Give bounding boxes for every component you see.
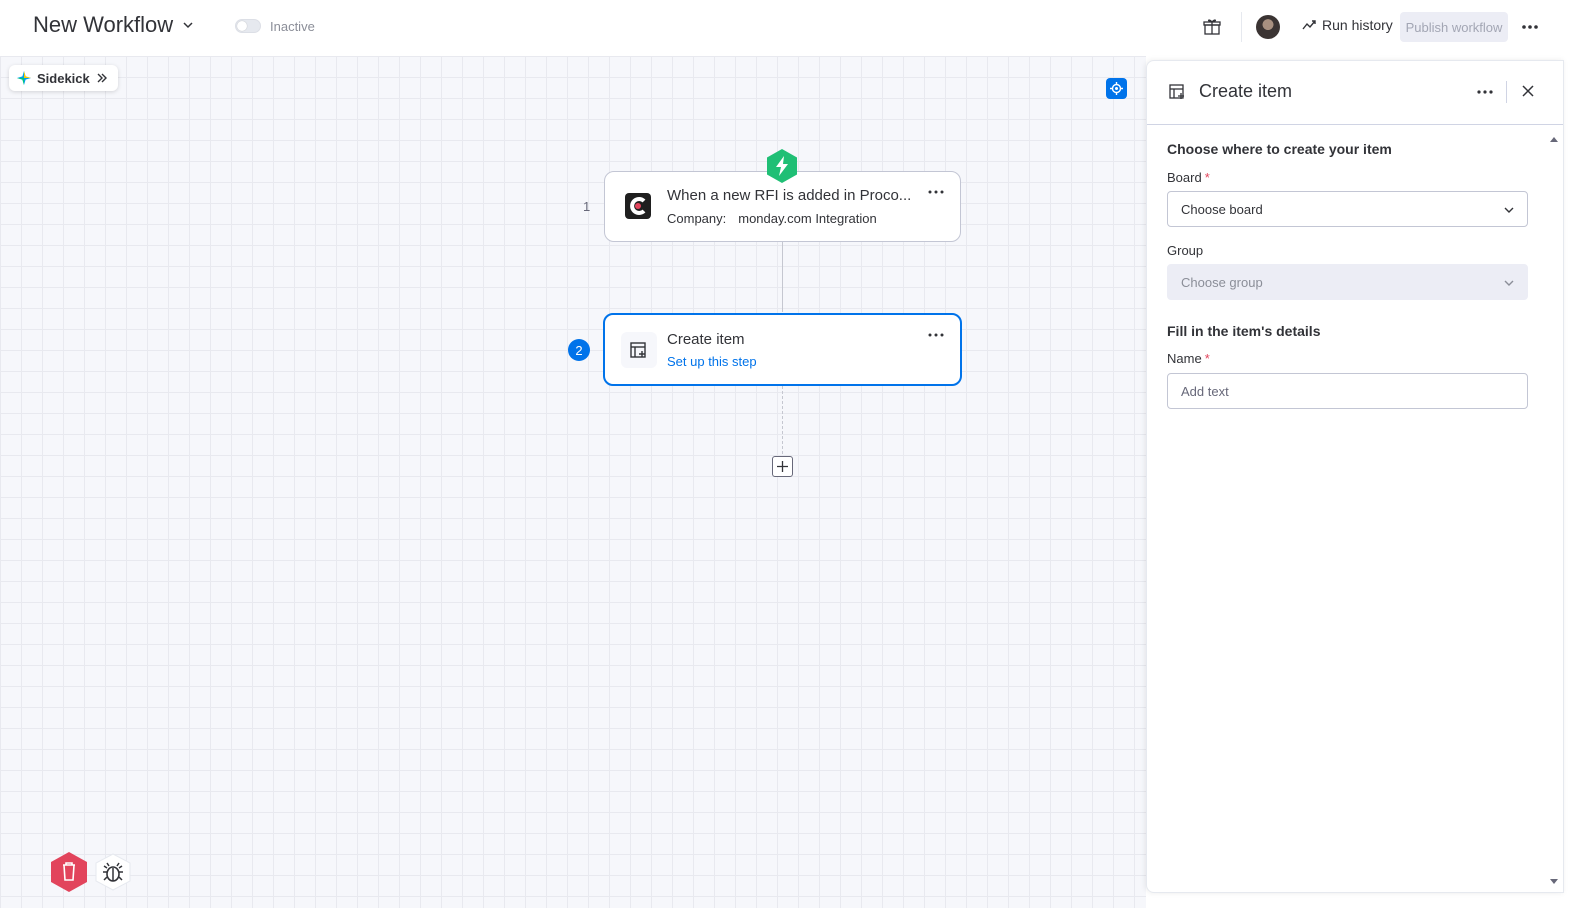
avatar[interactable]: [1256, 15, 1280, 39]
target-icon: [1110, 82, 1123, 95]
run-history-button[interactable]: Run history: [1302, 17, 1393, 33]
publish-workflow-button[interactable]: Publish workflow: [1400, 12, 1508, 42]
active-toggle[interactable]: [235, 19, 261, 33]
bug-icon[interactable]: [95, 853, 131, 891]
step-title: Create item: [667, 331, 745, 348]
board-label: Board *: [1167, 170, 1210, 185]
run-history-label: Run history: [1322, 17, 1393, 33]
trash-icon[interactable]: [50, 851, 88, 893]
procore-logo-icon: [625, 193, 651, 219]
required-mark: *: [1204, 351, 1210, 366]
step-number-badge: 2: [568, 339, 590, 361]
chevron-down-icon: [183, 22, 193, 29]
workflow-canvas[interactable]: [0, 56, 1146, 908]
scroll-down-arrow-icon[interactable]: [1548, 877, 1560, 887]
scroll-up-arrow-icon[interactable]: [1548, 134, 1560, 144]
setup-step-link[interactable]: Set up this step: [667, 354, 757, 369]
company-value: monday.com Integration: [738, 211, 877, 226]
step-title: When a new RFI is added in Proco...: [667, 187, 912, 204]
workflow-title-dropdown[interactable]: New Workflow: [33, 12, 195, 38]
section-title-details: Fill in the item's details: [1167, 323, 1321, 339]
add-step-button[interactable]: [772, 456, 793, 477]
chevron-down-icon: [1504, 207, 1514, 213]
action-step-card[interactable]: Create item Set up this step: [603, 313, 962, 386]
status-label: Inactive: [270, 19, 315, 34]
sparkle-icon: [17, 71, 31, 85]
workflow-title: New Workflow: [33, 12, 174, 37]
more-options-icon[interactable]: [1520, 17, 1540, 37]
sidekick-label: Sidekick: [37, 70, 90, 86]
double-chevron-right-icon: [97, 73, 107, 83]
trend-icon: [1302, 20, 1316, 30]
gift-icon[interactable]: [1203, 18, 1221, 36]
header-divider: [1241, 12, 1242, 42]
chevron-down-icon: [1504, 280, 1514, 286]
close-icon[interactable]: [1521, 84, 1535, 98]
step-more-icon[interactable]: [926, 329, 946, 341]
name-label: Name *: [1167, 351, 1210, 366]
required-mark: *: [1204, 170, 1210, 185]
board-label-text: Board: [1167, 170, 1202, 185]
create-item-icon: [1169, 84, 1184, 99]
step-subtitle: Company: monday.com Integration: [667, 211, 877, 226]
sidekick-button[interactable]: Sidekick: [9, 65, 118, 91]
create-item-icon: [621, 332, 657, 368]
name-label-text: Name: [1167, 351, 1202, 366]
group-placeholder: Choose group: [1181, 274, 1263, 290]
step-number: 1: [583, 199, 591, 214]
top-bar: New Workflow Inactive Run history Publis…: [0, 0, 1584, 56]
panel-more-icon[interactable]: [1475, 85, 1495, 99]
lightning-icon: [767, 149, 797, 183]
step-more-icon[interactable]: [926, 186, 946, 198]
panel-header: Create item: [1147, 61, 1563, 125]
company-key: Company:: [667, 211, 727, 226]
name-input[interactable]: [1167, 373, 1528, 409]
step-settings-panel: Create item Choose where to create your …: [1146, 60, 1564, 893]
step-connector-dashed: [782, 386, 783, 454]
section-title-location: Choose where to create your item: [1167, 141, 1392, 157]
group-dropdown[interactable]: Choose group: [1167, 264, 1528, 300]
panel-header-divider: [1506, 81, 1507, 103]
group-label: Group: [1167, 243, 1204, 258]
step-connector: [782, 242, 783, 312]
recenter-button[interactable]: [1106, 78, 1127, 99]
panel-title: Create item: [1199, 81, 1293, 101]
plus-icon: [777, 461, 788, 472]
board-placeholder: Choose board: [1181, 201, 1263, 217]
board-dropdown[interactable]: Choose board: [1167, 191, 1528, 227]
